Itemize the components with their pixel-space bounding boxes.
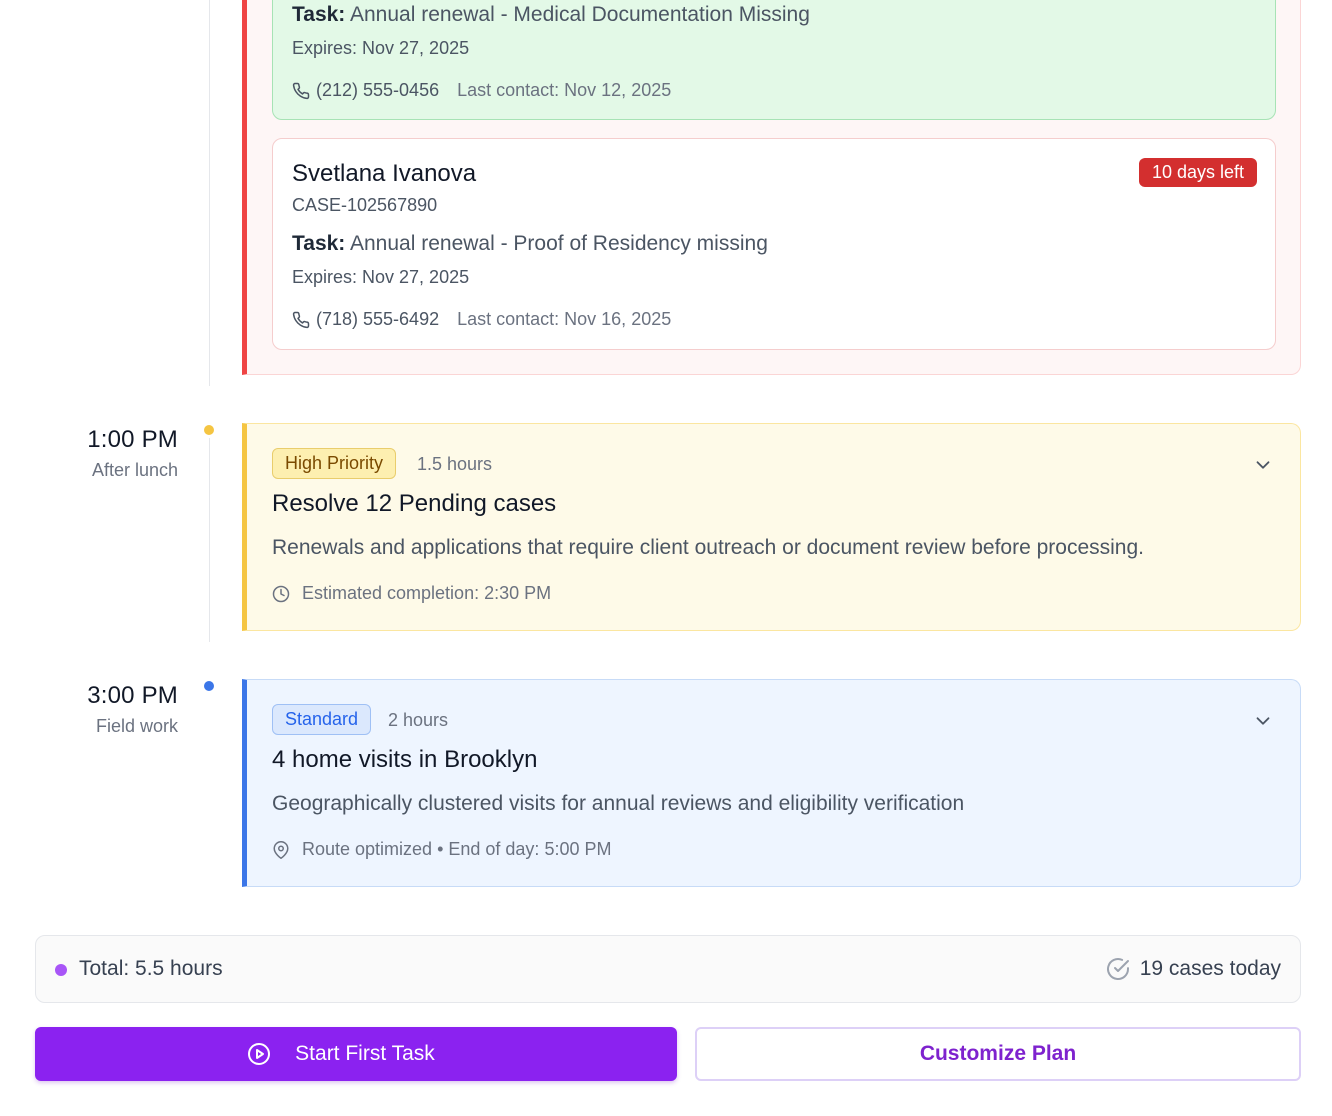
case-phone[interactable]: (212) 555-0456: [316, 80, 439, 101]
task-card-standard[interactable]: Standard 2 hours 4 home visits in Brookl…: [242, 679, 1301, 887]
case-card[interactable]: Task: Annual renewal - Medical Documenta…: [272, 0, 1276, 120]
phone-icon: [292, 82, 310, 99]
case-phone[interactable]: (718) 555-6492: [316, 309, 439, 330]
slot-time-label: 1:00 PM: [87, 426, 178, 453]
chevron-down-icon[interactable]: [1252, 710, 1274, 732]
priority-badge: High Priority: [272, 448, 397, 479]
case-task: Task: Annual renewal - Proof of Residenc…: [292, 232, 768, 255]
timeline-dot-standard: [202, 679, 216, 693]
task-duration: 2 hours: [388, 710, 449, 730]
task-meta: Route optimized • End of day: 5:00 PM: [272, 839, 611, 860]
case-contact: (212) 555-0456 Last contact: Nov 12, 202…: [292, 80, 671, 101]
slot-subtitle: Field work: [95, 716, 178, 736]
timeline-line: [209, 0, 210, 386]
task-card-high-priority[interactable]: High Priority 1.5 hours Resolve 12 Pendi…: [242, 423, 1301, 631]
start-first-task-button[interactable]: Start First Task: [35, 1027, 677, 1081]
map-pin-icon: [273, 840, 289, 859]
task-duration: 1.5 hours: [417, 454, 493, 474]
case-expiry: Expires: Nov 27, 2025: [292, 38, 470, 58]
chevron-down-icon[interactable]: [1252, 454, 1274, 476]
customize-plan-button[interactable]: Customize Plan: [695, 1027, 1301, 1081]
clock-icon: [272, 585, 290, 602]
case-contact: (718) 555-6492 Last contact: Nov 16, 202…: [292, 309, 671, 330]
priority-badge: Standard: [272, 704, 372, 735]
summary-dot: [55, 964, 67, 976]
task-title: 4 home visits in Brooklyn: [272, 746, 538, 773]
timeline-dot-high-priority: [202, 423, 216, 437]
summary-cases: 19 cases today: [1106, 957, 1281, 981]
deadline-badge: 10 days left: [1138, 158, 1257, 187]
slot-subtitle: After lunch: [91, 460, 178, 480]
case-client-name: Svetlana Ivanova: [292, 160, 477, 187]
case-id: CASE-102567890: [292, 195, 438, 215]
case-card[interactable]: Svetlana Ivanova 10 days left CASE-10256…: [272, 138, 1276, 350]
timeline-line: [209, 438, 210, 642]
plan-summary: Total: 5.5 hours 19 cases today: [35, 935, 1301, 1003]
case-last-contact: Last contact: Nov 16, 2025: [457, 309, 672, 329]
slot-time: 3:00 PM Field work: [0, 682, 178, 737]
task-description: Geographically clustered visits for annu…: [272, 792, 965, 815]
phone-icon: [292, 311, 310, 328]
check-circle-icon: [1106, 958, 1129, 981]
case-task: Task: Annual renewal - Medical Documenta…: [292, 3, 810, 26]
case-last-contact: Last contact: Nov 12, 2025: [457, 80, 672, 100]
task-description: Renewals and applications that require c…: [272, 536, 1144, 559]
play-circle-icon: [248, 1043, 271, 1065]
summary-total: Total: 5.5 hours: [79, 957, 223, 980]
slot-time: 1:00 PM After lunch: [0, 426, 178, 481]
task-meta: Estimated completion: 2:30 PM: [272, 583, 551, 604]
slot-time-label: 3:00 PM: [87, 682, 178, 709]
task-title: Resolve 12 Pending cases: [272, 490, 557, 517]
case-expiry: Expires: Nov 27, 2025: [292, 267, 470, 287]
